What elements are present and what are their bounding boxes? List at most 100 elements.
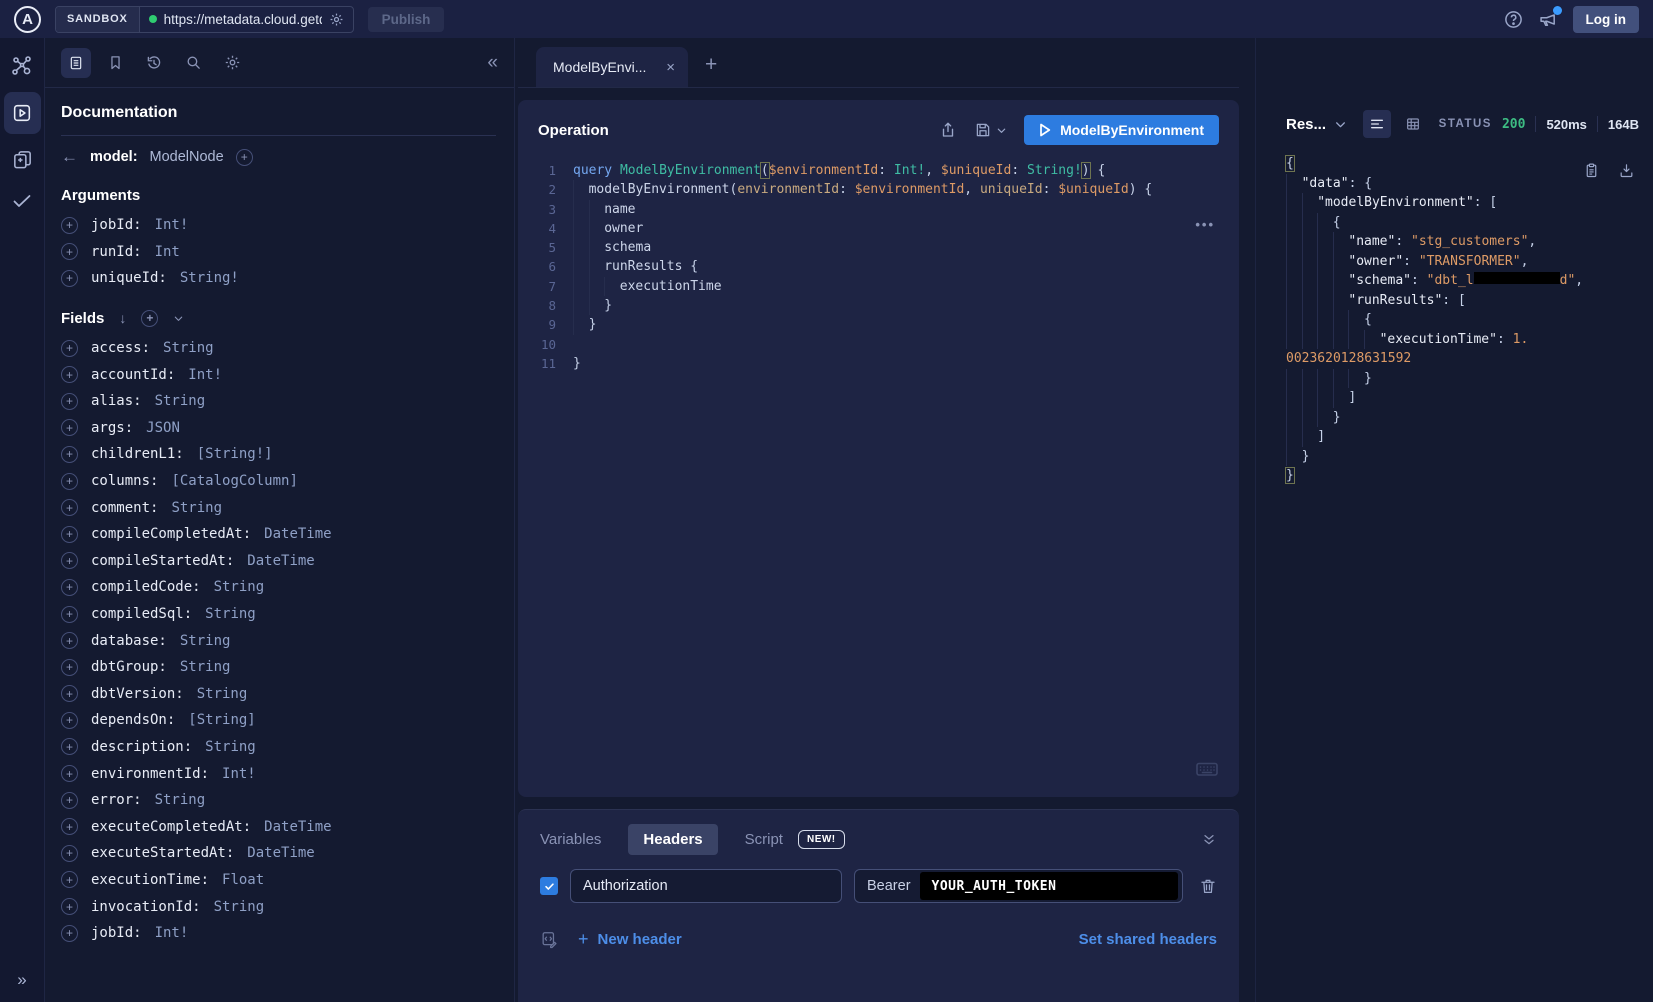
- collapse-doc-panel-icon[interactable]: «: [487, 52, 498, 74]
- add-to-query-icon[interactable]: +: [61, 659, 78, 676]
- new-header-button[interactable]: + New header: [578, 929, 682, 950]
- field-type[interactable]: DateTime: [264, 819, 331, 835]
- header-enabled-checkbox[interactable]: [540, 877, 558, 895]
- field-type[interactable]: Int!: [155, 925, 189, 941]
- add-to-query-icon[interactable]: +: [61, 632, 78, 649]
- add-to-query-icon[interactable]: +: [61, 552, 78, 569]
- add-to-query-icon[interactable]: +: [61, 366, 78, 383]
- share-operation-icon[interactable]: [939, 121, 957, 139]
- add-all-fields-icon[interactable]: +: [141, 310, 158, 327]
- argument-row[interactable]: +jobId:Int!: [61, 212, 496, 239]
- field-type[interactable]: String: [180, 633, 231, 649]
- add-to-query-icon[interactable]: +: [61, 499, 78, 516]
- field-row[interactable]: +args:JSON: [61, 415, 496, 442]
- run-operation-button[interactable]: ModelByEnvironment: [1024, 115, 1219, 145]
- field-row[interactable]: +alias:String: [61, 388, 496, 415]
- field-row[interactable]: +columns:[CatalogColumn]: [61, 468, 496, 495]
- code-line[interactable]: 8}: [530, 296, 1239, 315]
- search-icon[interactable]: [178, 48, 208, 78]
- field-row[interactable]: +environmentId:Int!: [61, 760, 496, 787]
- field-type[interactable]: String: [155, 792, 206, 808]
- field-type[interactable]: JSON: [146, 420, 180, 436]
- field-row[interactable]: +childrenL1:[String!]: [61, 441, 496, 468]
- add-to-query-icon[interactable]: +: [61, 818, 78, 835]
- header-name-input[interactable]: Authorization: [570, 869, 842, 903]
- field-row[interactable]: +dbtGroup:String: [61, 654, 496, 681]
- field-type[interactable]: String: [214, 579, 265, 595]
- graphql-code-editor[interactable]: 1query ModelByEnvironment($environmentId…: [518, 155, 1239, 797]
- tab-variables[interactable]: Variables: [540, 831, 601, 848]
- field-type[interactable]: String: [197, 686, 248, 702]
- settings-gear-icon[interactable]: [217, 48, 247, 78]
- field-row[interactable]: +access:String: [61, 335, 496, 362]
- add-to-query-icon[interactable]: +: [61, 419, 78, 436]
- field-type[interactable]: Int!: [155, 217, 189, 233]
- add-to-query-icon[interactable]: +: [61, 243, 78, 260]
- field-row[interactable]: +dependsOn:[String]: [61, 707, 496, 734]
- schema-graph-icon[interactable]: [10, 54, 34, 78]
- save-operation-group[interactable]: [974, 121, 1007, 139]
- field-row[interactable]: +executeStartedAt:DateTime: [61, 840, 496, 867]
- code-line[interactable]: 3name: [530, 200, 1239, 219]
- field-type[interactable]: Int!: [188, 367, 222, 383]
- environment-variables-icon[interactable]: [540, 930, 559, 949]
- field-type[interactable]: Int: [155, 244, 180, 260]
- add-to-query-icon[interactable]: +: [61, 526, 78, 543]
- field-type[interactable]: String: [214, 899, 265, 915]
- field-type[interactable]: String: [205, 739, 256, 755]
- expand-rail-icon[interactable]: »: [17, 970, 26, 990]
- field-row[interactable]: +database:String: [61, 627, 496, 654]
- add-to-query-icon[interactable]: +: [61, 685, 78, 702]
- field-row[interactable]: +executeCompletedAt:DateTime: [61, 813, 496, 840]
- code-line[interactable]: 5schema: [530, 238, 1239, 257]
- delete-header-trash-icon[interactable]: [1199, 877, 1217, 895]
- field-type[interactable]: String: [163, 340, 214, 356]
- code-line[interactable]: 7executionTime: [530, 277, 1239, 296]
- history-tab-icon[interactable]: [139, 48, 169, 78]
- field-type[interactable]: [String!]: [197, 446, 273, 462]
- field-type[interactable]: String: [171, 500, 222, 516]
- download-response-icon[interactable]: [1618, 162, 1635, 179]
- code-line[interactable]: 9}: [530, 315, 1239, 334]
- field-type[interactable]: Int!: [222, 766, 256, 782]
- add-to-query-icon[interactable]: +: [61, 925, 78, 942]
- field-row[interactable]: +compiledSql:String: [61, 601, 496, 628]
- code-line[interactable]: 1query ModelByEnvironment($environmentId…: [530, 161, 1239, 180]
- field-type[interactable]: String: [180, 659, 231, 675]
- set-shared-headers-button[interactable]: Set shared headers: [1079, 931, 1217, 948]
- save-icon[interactable]: [974, 121, 992, 139]
- field-type[interactable]: DateTime: [247, 553, 314, 569]
- field-row[interactable]: +description:String: [61, 734, 496, 761]
- copy-response-icon[interactable]: [1583, 162, 1600, 179]
- help-icon[interactable]: [1503, 9, 1524, 30]
- response-json-viewer[interactable]: {"data": {"modelByEnvironment": [{"name"…: [1286, 154, 1639, 486]
- field-type[interactable]: [String]: [188, 712, 255, 728]
- field-type[interactable]: String!: [180, 270, 239, 286]
- add-to-query-icon[interactable]: +: [61, 606, 78, 623]
- endpoint-settings-gear-icon[interactable]: [329, 12, 344, 27]
- field-row[interactable]: +compileCompletedAt:DateTime: [61, 521, 496, 548]
- keyboard-shortcuts-icon[interactable]: [1195, 757, 1219, 781]
- explorer-nav-item[interactable]: [4, 92, 41, 134]
- add-to-query-icon[interactable]: +: [61, 765, 78, 782]
- field-row[interactable]: +compileStartedAt:DateTime: [61, 548, 496, 575]
- tab-headers[interactable]: Headers: [628, 824, 717, 855]
- field-type[interactable]: DateTime: [264, 526, 331, 542]
- add-to-query-icon[interactable]: +: [61, 473, 78, 490]
- field-row[interactable]: +comment:String: [61, 494, 496, 521]
- editor-more-menu-icon[interactable]: •••: [1195, 217, 1215, 232]
- field-row[interactable]: +executionTime:Float: [61, 867, 496, 894]
- add-to-query-icon[interactable]: +: [61, 446, 78, 463]
- add-to-query-icon[interactable]: +: [61, 340, 78, 357]
- login-button[interactable]: Log in: [1573, 6, 1640, 33]
- sort-fields-icon[interactable]: ↓: [119, 310, 126, 326]
- auth-token-value[interactable]: YOUR_AUTH_TOKEN: [920, 872, 1178, 900]
- collapse-panel-chevrons-icon[interactable]: [1201, 832, 1217, 848]
- table-view-toggle-icon[interactable]: [1399, 110, 1427, 138]
- code-line[interactable]: 10: [530, 335, 1239, 354]
- code-line[interactable]: 11}: [530, 354, 1239, 373]
- add-type-icon[interactable]: +: [236, 149, 253, 166]
- add-to-query-icon[interactable]: +: [61, 871, 78, 888]
- field-row[interactable]: +jobId:Int!: [61, 920, 496, 947]
- tab-script[interactable]: Script: [745, 831, 783, 848]
